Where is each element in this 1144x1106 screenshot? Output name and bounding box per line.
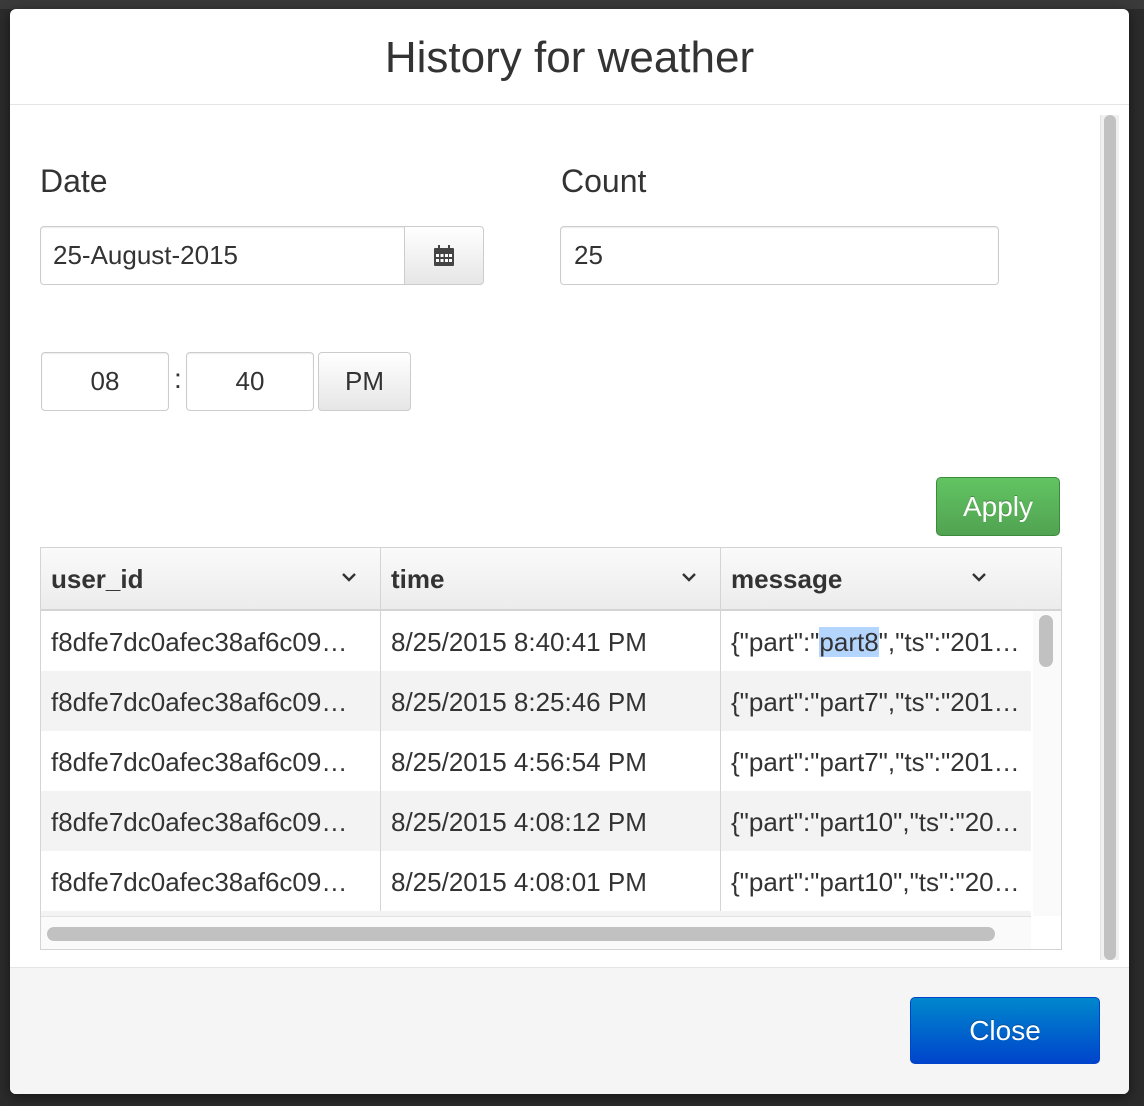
column-header-message[interactable]: message bbox=[721, 548, 1061, 609]
cell-time[interactable]: 8/25/2015 4:56:54 PM bbox=[381, 731, 721, 791]
count-input[interactable]: 25 bbox=[560, 226, 999, 285]
cell-message[interactable]: {"part":"part10","ts":"20… bbox=[721, 851, 1031, 911]
modal-title: History for weather bbox=[384, 33, 755, 82]
column-header-label: time bbox=[391, 564, 445, 594]
hour-input[interactable]: 08 bbox=[41, 352, 169, 411]
cell-message[interactable]: {"part":"part7","ts":"201… bbox=[721, 731, 1031, 791]
calendar-icon bbox=[434, 244, 454, 266]
cell-user-id[interactable]: f8dfe7dc0afec38af6c09… bbox=[41, 671, 381, 731]
cell-user-id[interactable]: f8dfe7dc0afec38af6c09… bbox=[41, 851, 381, 911]
column-header-time[interactable]: time bbox=[381, 548, 721, 609]
column-header-label: message bbox=[731, 564, 843, 594]
chevron-down-icon[interactable] bbox=[968, 566, 990, 588]
apply-button[interactable]: Apply bbox=[936, 477, 1060, 536]
selected-text: part8 bbox=[819, 627, 879, 657]
modal-body: Date 25-August-2015 Count 25 08 : 40 PM … bbox=[10, 105, 1129, 966]
cell-user-id[interactable]: f8dfe7dc0afec38af6c09… bbox=[41, 791, 381, 851]
close-button[interactable]: Close bbox=[910, 997, 1100, 1064]
history-grid: user_id time message f8dfe7dc0afec38af6c… bbox=[40, 547, 1062, 950]
table-row[interactable]: f8dfe7dc0afec38af6c09… 8/25/2015 4:08:01… bbox=[41, 851, 1031, 911]
date-input[interactable]: 25-August-2015 bbox=[40, 226, 406, 285]
message-suffix: ","ts":"201… bbox=[878, 627, 1020, 657]
grid-rows: f8dfe7dc0afec38af6c09… 8/25/2015 8:40:41… bbox=[41, 611, 1031, 916]
cell-time[interactable]: 8/25/2015 8:40:41 PM bbox=[381, 611, 721, 671]
cell-user-id[interactable]: f8dfe7dc0afec38af6c09… bbox=[41, 731, 381, 791]
table-row[interactable]: f8dfe7dc0afec38af6c09… 8/25/2015 4:08:12… bbox=[41, 791, 1031, 851]
date-label: Date bbox=[40, 163, 108, 199]
grid-horizontal-scrollbar[interactable] bbox=[41, 916, 1031, 949]
cell-message[interactable]: {"part":"part7","ts":"201… bbox=[721, 671, 1031, 731]
modal-header: History for weather bbox=[10, 9, 1129, 105]
backdrop-top bbox=[0, 0, 1144, 9]
modal-footer: Close bbox=[10, 967, 1129, 1094]
column-header-user-id[interactable]: user_id bbox=[41, 548, 381, 609]
count-label: Count bbox=[561, 163, 647, 199]
cell-message[interactable]: {"part":"part10","ts":"20… bbox=[721, 791, 1031, 851]
message-prefix: {"part":" bbox=[731, 627, 820, 657]
grid-header: user_id time message bbox=[41, 548, 1061, 611]
cell-user-id[interactable]: f8dfe7dc0afec38af6c09… bbox=[41, 611, 381, 671]
cell-time[interactable]: 8/25/2015 4:08:12 PM bbox=[381, 791, 721, 851]
cell-time[interactable]: 8/25/2015 4:08:01 PM bbox=[381, 851, 721, 911]
grid-horizontal-scroll-thumb[interactable] bbox=[47, 927, 995, 941]
calendar-button[interactable] bbox=[404, 226, 484, 285]
table-row[interactable]: f8dfe7dc0afec38af6c09… 8/25/2015 8:40:41… bbox=[41, 611, 1031, 671]
column-header-label: user_id bbox=[51, 564, 144, 594]
modal-vertical-scrollbar[interactable] bbox=[1100, 115, 1119, 960]
table-row[interactable]: f8dfe7dc0afec38af6c09… 8/25/2015 8:25:46… bbox=[41, 671, 1031, 731]
modal-vertical-scroll-thumb[interactable] bbox=[1104, 115, 1116, 960]
chevron-down-icon[interactable] bbox=[678, 566, 700, 588]
chevron-down-icon[interactable] bbox=[338, 566, 360, 588]
minute-input[interactable]: 40 bbox=[186, 352, 314, 411]
grid-vertical-scrollbar[interactable] bbox=[1033, 611, 1061, 916]
grid-vertical-scroll-thumb[interactable] bbox=[1039, 615, 1053, 667]
cell-message[interactable]: {"part":"part8","ts":"201… bbox=[721, 611, 1031, 671]
time-separator: : bbox=[174, 363, 182, 394]
ampm-toggle-button[interactable]: PM bbox=[318, 352, 411, 411]
history-modal: History for weather Date 25-August-2015 … bbox=[10, 9, 1129, 1094]
cell-time[interactable]: 8/25/2015 8:25:46 PM bbox=[381, 671, 721, 731]
table-row[interactable]: f8dfe7dc0afec38af6c09… 8/25/2015 4:56:54… bbox=[41, 731, 1031, 791]
